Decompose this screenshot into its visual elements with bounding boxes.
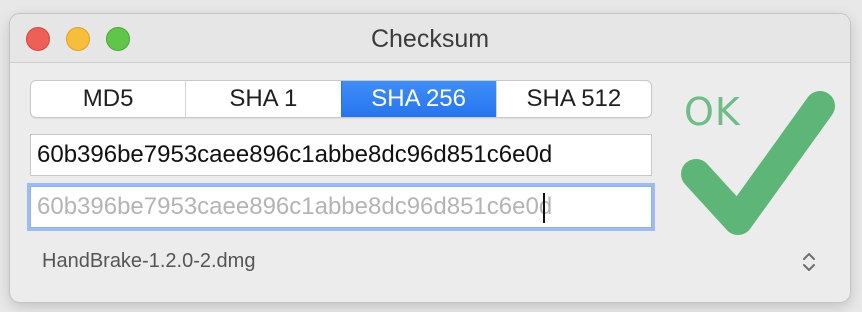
checksum-window: Checksum MD5 SHA 1 SHA 256 SHA 512 60b39… — [10, 14, 850, 302]
file-name: HandBrake-1.2.0-2.dmg — [42, 250, 256, 272]
tab-md5[interactable]: MD5 — [31, 81, 185, 117]
compare-hash-input[interactable]: 60b396be7953caee896c1abbe8dc96d851c6e0d — [30, 186, 652, 228]
computed-hash-field[interactable]: 60b396be7953caee896c1abbe8dc96d851c6e0d — [30, 134, 652, 176]
window-title: Checksum — [370, 25, 490, 53]
text-caret — [543, 193, 545, 223]
tab-sha256[interactable]: SHA 256 — [340, 81, 496, 117]
chevron-updown-icon — [803, 253, 815, 271]
algorithm-selector: MD5 SHA 1 SHA 256 SHA 512 — [30, 80, 652, 118]
compare-hash-text: 60b396be7953caee896c1abbe8dc96d851c6e0d — [37, 193, 553, 220]
tab-sha512[interactable]: SHA 512 — [495, 81, 651, 117]
checkmark-icon — [681, 91, 835, 235]
title-bar: Checksum — [10, 14, 850, 63]
file-popup[interactable]: HandBrake-1.2.0-2.dmg — [42, 244, 818, 280]
tab-sha1[interactable]: SHA 1 — [185, 81, 340, 117]
